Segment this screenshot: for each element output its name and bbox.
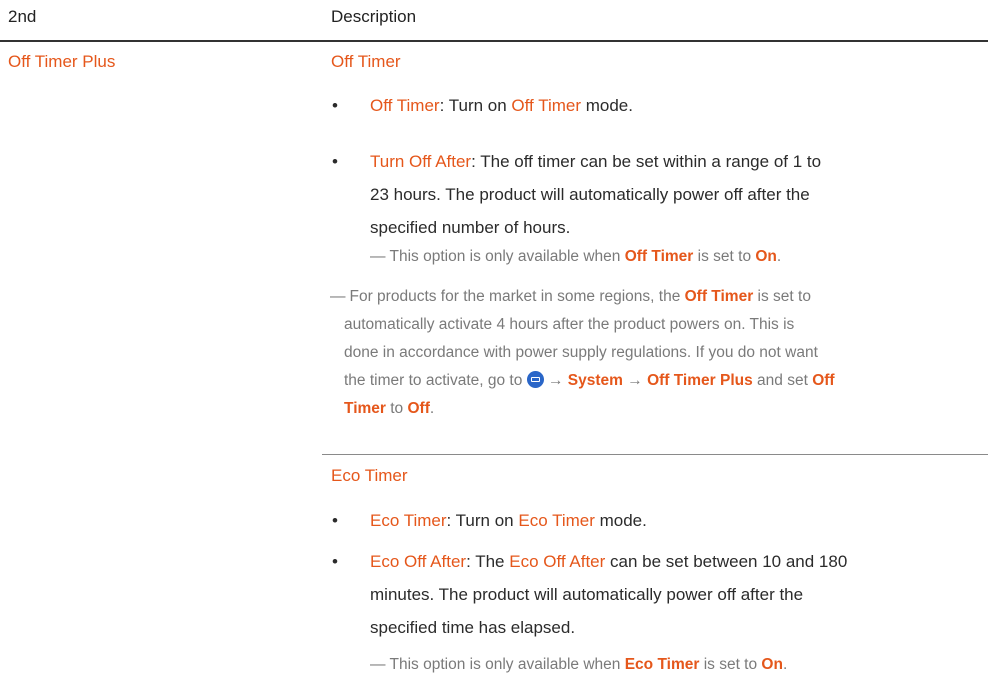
note-region-off-timer: ― For products for the market in some reg… — [330, 288, 835, 417]
list-item-text: Eco Timer: Turn on Eco Timer mode. — [370, 511, 647, 530]
bullet: • — [332, 552, 338, 571]
table-header: 2nd Description — [0, 0, 988, 40]
column-header-2nd: 2nd — [8, 7, 37, 26]
row-label-off-timer-plus: Off Timer Plus — [8, 52, 116, 71]
column-header-description: Description — [331, 7, 417, 26]
subheading-off-timer: Off Timer — [331, 52, 401, 71]
menu-icon — [526, 371, 544, 388]
list-item-text: Eco Off After: The Eco Off After can be … — [370, 552, 848, 637]
header-rule — [0, 40, 988, 42]
bullet: • — [332, 511, 338, 530]
subheading-eco-timer: Eco Timer — [331, 466, 408, 485]
bullet: • — [332, 152, 338, 171]
section-divider — [322, 454, 988, 455]
note-off-timer-on: ― This option is only available when Off … — [370, 248, 782, 265]
list-item-text: Turn Off After: The off timer can be set… — [370, 152, 822, 237]
bullet: • — [332, 96, 338, 115]
note-eco-timer-on: ― This option is only available when Eco … — [370, 656, 788, 673]
list-item-text: Off Timer: Turn on Off Timer mode. — [370, 96, 633, 115]
